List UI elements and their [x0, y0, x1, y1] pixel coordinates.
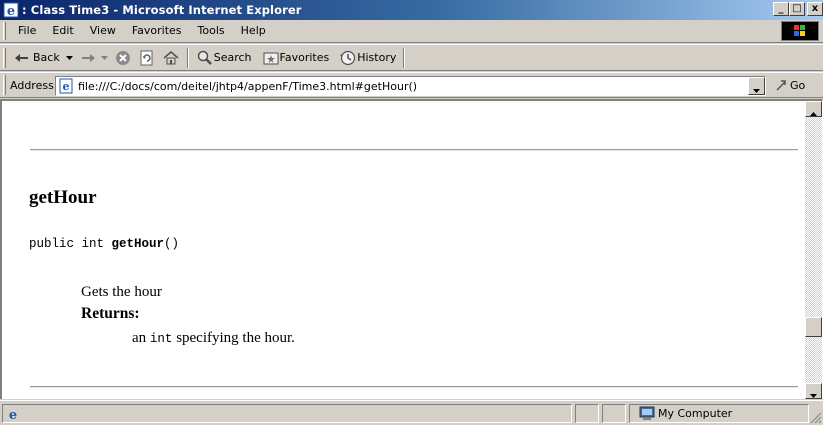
minimize-icon: _: [778, 3, 784, 14]
stop-button[interactable]: [111, 47, 135, 69]
zone-label: My Computer: [658, 407, 733, 420]
address-grip[interactable]: [3, 75, 6, 95]
signature-prefix: public int: [29, 237, 112, 251]
vertical-scrollbar[interactable]: [805, 101, 822, 399]
history-icon: [339, 49, 357, 67]
toolbar-separator: [186, 47, 189, 68]
go-button[interactable]: Go: [774, 77, 805, 93]
menu-edit[interactable]: Edit: [44, 22, 81, 40]
back-button[interactable]: Back: [10, 47, 76, 69]
returns-type: int: [149, 332, 173, 346]
windows-logo-icon: [781, 21, 819, 41]
method-signature: public int getHour(): [29, 237, 179, 251]
status-bar: e My Computer: [0, 400, 823, 425]
chevron-up-icon: [810, 107, 817, 120]
address-bar: Address e file:///C:/docs/com/deitel/jht…: [0, 72, 823, 98]
menu-grip[interactable]: [3, 22, 6, 40]
page-viewport: getHour public int getHour() Gets the ho…: [0, 99, 823, 399]
search-button[interactable]: Search: [193, 47, 255, 69]
standard-toolbar: Back Search Favorites History: [0, 44, 823, 71]
favorites-label: Favorites: [279, 51, 330, 64]
stop-icon: [114, 49, 132, 67]
method-description: Gets the hour: [81, 284, 162, 300]
menu-bar: File Edit View Favorites Tools Help: [0, 20, 823, 43]
address-label: Address: [10, 78, 54, 92]
history-label: History: [357, 51, 397, 64]
svg-text:e: e: [7, 4, 15, 18]
search-icon: [196, 49, 214, 67]
go-arrow-icon: [774, 77, 790, 93]
horizontal-rule: [30, 149, 798, 151]
minimize-button[interactable]: _: [773, 2, 789, 16]
address-url[interactable]: file:///C:/docs/com/deitel/jhtp4/appenF/…: [78, 80, 417, 93]
forward-button[interactable]: [76, 47, 111, 69]
toolbar-grip[interactable]: [3, 47, 6, 68]
chevron-down-icon: [753, 84, 760, 97]
status-text-pane: e: [2, 404, 572, 423]
svg-text:e: e: [63, 80, 70, 93]
signature-suffix: (): [164, 237, 180, 251]
signature-name: getHour: [111, 237, 165, 251]
forward-arrow-icon: [79, 49, 97, 67]
scroll-thumb[interactable]: [805, 317, 822, 337]
title-bar: e : Class Time3 - Microsoft Internet Exp…: [0, 0, 823, 20]
resize-grip-icon[interactable]: [810, 412, 822, 424]
returns-description: an int specifying the hour.: [132, 330, 295, 347]
favorites-button[interactable]: Favorites: [259, 47, 333, 69]
page-content: getHour public int getHour() Gets the ho…: [2, 101, 807, 399]
scroll-up-button[interactable]: [805, 101, 822, 117]
returns-prefix: an: [132, 330, 150, 346]
address-input[interactable]: e file:///C:/docs/com/deitel/jhtp4/appen…: [55, 76, 766, 96]
svg-text:e: e: [9, 408, 17, 422]
maximize-icon: □: [792, 3, 802, 14]
refresh-icon: [138, 49, 156, 67]
page-icon: e: [58, 78, 74, 94]
chevron-down-icon[interactable]: [65, 51, 73, 64]
menu-view[interactable]: View: [82, 22, 124, 40]
back-label: Back: [33, 51, 60, 64]
menu-file[interactable]: File: [10, 22, 44, 40]
window-title: : Class Time3 - Microsoft Internet Explo…: [22, 3, 302, 17]
back-arrow-icon: [13, 49, 31, 67]
favorites-icon: [262, 49, 280, 67]
status-security-pane: [602, 404, 626, 423]
menu-help[interactable]: Help: [233, 22, 274, 40]
history-button[interactable]: History: [336, 47, 399, 69]
status-zone-pane: My Computer: [629, 404, 809, 423]
menu-favorites[interactable]: Favorites: [124, 22, 190, 40]
my-computer-icon: [638, 406, 656, 425]
home-button[interactable]: [159, 47, 183, 69]
go-label: Go: [790, 78, 806, 92]
ie-logo-icon: e: [3, 2, 19, 19]
maximize-button[interactable]: □: [789, 2, 805, 16]
menu-tools[interactable]: Tools: [190, 22, 233, 40]
chevron-down-icon[interactable]: [100, 51, 108, 64]
horizontal-rule: [30, 386, 798, 388]
home-icon: [162, 49, 180, 67]
toolbar-separator: [403, 47, 406, 68]
method-title: getHour: [29, 187, 97, 208]
close-icon: x: [811, 3, 819, 14]
refresh-button[interactable]: [135, 47, 159, 69]
ie-page-icon: e: [5, 406, 21, 425]
address-dropdown-button[interactable]: [748, 77, 765, 95]
scroll-down-button[interactable]: [805, 383, 822, 399]
search-label: Search: [213, 51, 252, 64]
status-progress-pane: [575, 404, 599, 423]
returns-label: Returns:: [81, 305, 140, 322]
returns-suffix: specifying the hour.: [172, 330, 295, 346]
close-button[interactable]: x: [807, 2, 823, 16]
